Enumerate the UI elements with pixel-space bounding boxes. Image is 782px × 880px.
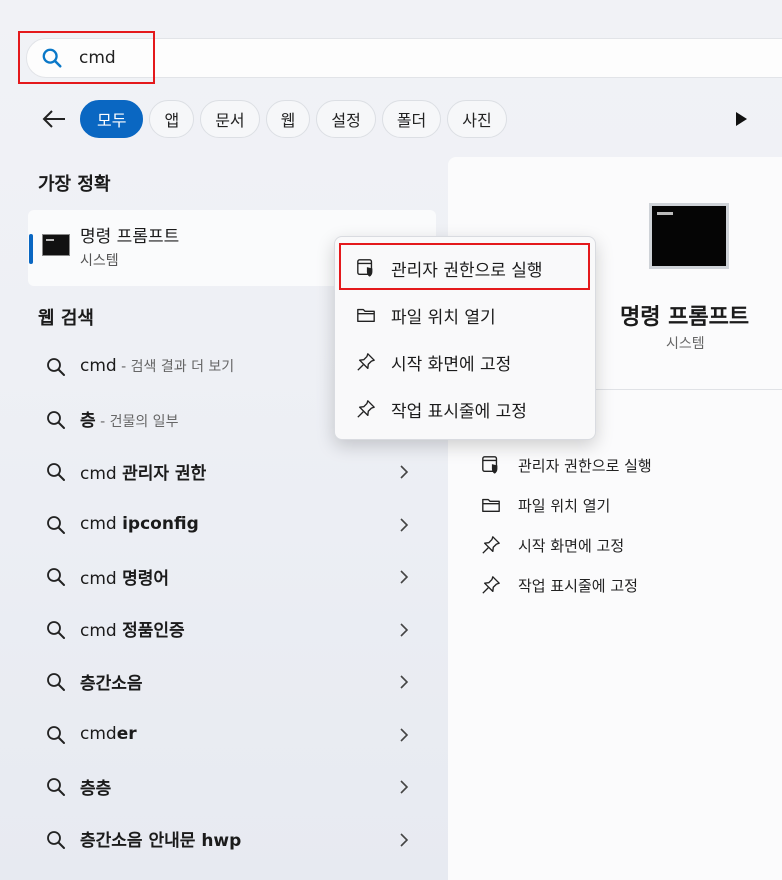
preview-action[interactable]: 관리자 권한으로 실행 (480, 445, 652, 485)
search-icon (46, 830, 66, 850)
web-result-item[interactable]: cmder (28, 708, 436, 761)
filter-photos[interactable]: 사진 (447, 100, 507, 138)
preview-action-label: 파일 위치 열기 (518, 496, 611, 515)
search-icon (46, 357, 66, 377)
context-menu-item[interactable]: 시작 화면에 고정 (335, 340, 595, 384)
result-bold-text: 층간소음 안내문 hwp (80, 831, 242, 852)
search-icon (46, 725, 66, 745)
result-bold-text: 정품인증 (122, 621, 185, 642)
best-match-type: 시스템 (80, 253, 119, 269)
context-menu-label: 시작 화면에 고정 (391, 354, 512, 375)
run-as-admin-highlight-box (339, 243, 590, 290)
search-icon (46, 672, 66, 692)
web-result-item[interactable]: 층층 (28, 760, 436, 813)
preview-action[interactable]: 작업 표시줄에 고정 (480, 565, 652, 605)
result-bold-text: 층 (80, 411, 96, 432)
result-bold-text: 관리자 권한 (122, 463, 207, 484)
result-text: cmd (80, 356, 117, 377)
preview-action-label: 시작 화면에 고정 (518, 536, 625, 555)
search-icon (46, 515, 66, 535)
web-result-label: cmder (80, 724, 137, 744)
result-text: cmd (80, 723, 117, 744)
filter-tabs: 모두 앱 문서 웹 설정 폴더 사진 (80, 100, 507, 138)
context-menu-label: 작업 표시줄에 고정 (391, 401, 527, 422)
folder-icon (355, 304, 377, 326)
chevron-right-icon[interactable] (398, 832, 410, 848)
web-result-label: cmd - 검색 결과 더 보기 (80, 356, 234, 376)
web-result-label: cmd 관리자 권한 (80, 459, 206, 484)
shield-window-icon (480, 454, 502, 476)
web-search-heading: 웹 검색 (38, 308, 94, 329)
filter-documents[interactable]: 문서 (200, 100, 260, 138)
web-result-label: cmd 정품인증 (80, 616, 185, 641)
web-result-label: cmd ipconfig (80, 514, 199, 534)
play-arrow-icon (736, 112, 747, 126)
command-prompt-large-icon (649, 203, 729, 269)
pin-icon (355, 398, 377, 420)
web-result-label: 층층 (80, 774, 111, 799)
web-result-item[interactable]: 층간소음 (28, 655, 436, 708)
pin-icon (480, 574, 502, 596)
result-text: cmd (80, 463, 123, 484)
chevron-right-icon[interactable] (398, 569, 410, 585)
pin-icon (355, 351, 377, 373)
filter-apps[interactable]: 앱 (149, 100, 195, 138)
result-bold-text: 명령어 (122, 568, 170, 589)
context-menu-item[interactable]: 작업 표시줄에 고정 (335, 387, 595, 431)
web-result-item[interactable]: cmd 정품인증 (28, 603, 436, 656)
preview-actions: 관리자 권한으로 실행파일 위치 열기시작 화면에 고정작업 표시줄에 고정 (480, 445, 652, 605)
search-icon (46, 777, 66, 797)
selection-indicator (29, 234, 33, 264)
result-text: cmd (80, 621, 123, 642)
more-filters-button[interactable] (733, 110, 749, 128)
context-menu-item[interactable]: 파일 위치 열기 (335, 293, 595, 337)
preview-title: 명령 프롬프트 (620, 305, 750, 330)
back-button[interactable] (40, 105, 68, 133)
search-highlight-box (18, 31, 155, 84)
web-result-item[interactable]: 층간소음 안내문 hwp (28, 813, 436, 866)
search-icon (46, 462, 66, 482)
filter-web[interactable]: 웹 (265, 100, 311, 138)
best-match-heading: 가장 정확 (38, 174, 111, 195)
command-prompt-icon (42, 234, 70, 256)
filter-settings[interactable]: 설정 (316, 100, 376, 138)
folder-icon (480, 494, 502, 516)
chevron-right-icon[interactable] (398, 622, 410, 638)
preview-action-label: 작업 표시줄에 고정 (518, 576, 638, 595)
result-bold-text: 층간소음 (80, 673, 143, 694)
chevron-right-icon[interactable] (398, 779, 410, 795)
pin-icon (480, 534, 502, 556)
result-hint: - 건물의 일부 (95, 414, 179, 431)
web-result-label: 층간소음 (80, 669, 143, 694)
context-menu-label: 파일 위치 열기 (391, 307, 496, 328)
result-hint: - 검색 결과 더 보기 (116, 359, 235, 376)
web-result-item[interactable]: cmd 명령어 (28, 550, 436, 603)
web-result-label: cmd 명령어 (80, 564, 169, 589)
preview-action-label: 관리자 권한으로 실행 (518, 456, 652, 475)
preview-action[interactable]: 시작 화면에 고정 (480, 525, 652, 565)
chevron-right-icon[interactable] (398, 674, 410, 690)
best-match-name: 명령 프롬프트 (80, 227, 180, 247)
arrow-left-icon (42, 110, 65, 128)
result-bold-text: ipconfig (122, 513, 199, 534)
preview-type: 시스템 (666, 336, 705, 352)
web-result-label: 층간소음 안내문 hwp (80, 826, 241, 851)
search-icon (46, 410, 66, 430)
filter-folders[interactable]: 폴더 (381, 100, 442, 138)
result-text: cmd (80, 513, 123, 534)
result-text: cmd (80, 568, 123, 589)
filter-all[interactable]: 모두 (80, 100, 144, 138)
result-bold-text: 층층 (80, 778, 112, 799)
web-result-item[interactable]: cmd ipconfig (28, 498, 436, 551)
chevron-right-icon[interactable] (398, 464, 410, 480)
search-icon (46, 567, 66, 587)
preview-action[interactable]: 파일 위치 열기 (480, 485, 652, 525)
result-bold-text: er (116, 723, 137, 744)
search-icon (46, 620, 66, 640)
web-result-item[interactable]: cmd 관리자 권한 (28, 445, 436, 498)
chevron-right-icon[interactable] (398, 517, 410, 533)
chevron-right-icon[interactable] (398, 727, 410, 743)
web-result-label: 층 - 건물의 일부 (80, 406, 178, 431)
